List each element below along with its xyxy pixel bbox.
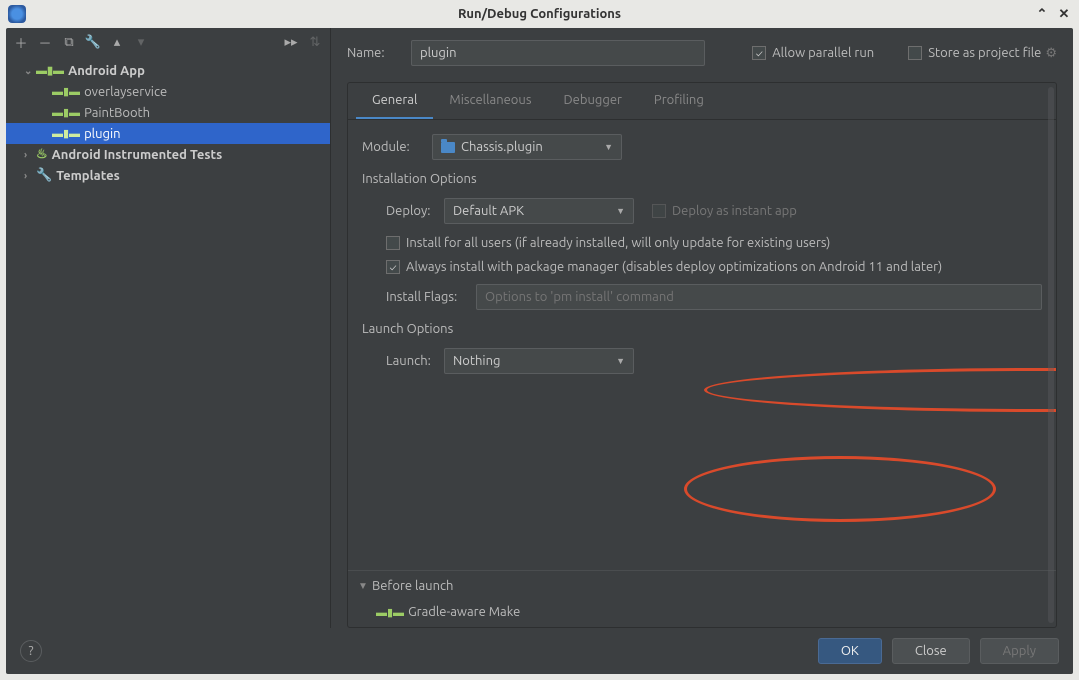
tree-label: Templates	[56, 169, 120, 183]
tree-node-paintbooth[interactable]: ▬▮▬ PaintBooth	[6, 102, 330, 123]
android-icon: ▬▮▬	[36, 64, 64, 77]
annotation-ellipse	[704, 368, 1056, 412]
help-button[interactable]: ?	[20, 640, 42, 662]
deploy-label: Deploy:	[386, 204, 444, 218]
tree-node-plugin[interactable]: ▬▮▬ plugin	[6, 123, 330, 144]
allow-parallel-checkbox[interactable]	[752, 46, 766, 60]
minimize-icon[interactable]: ⌃	[1035, 7, 1049, 21]
module-label: Module:	[362, 140, 432, 154]
tree-label: PaintBooth	[84, 106, 150, 120]
dialog-body: ＋ － ⧉ 🔧 ▴ ▾ ▸▸ ⇅ ⌄ ▬▮▬ Android App ▬▮▬ o…	[6, 28, 1073, 674]
store-as-project-label: Store as project file	[928, 46, 1041, 60]
apply-button[interactable]: Apply	[980, 638, 1059, 664]
before-launch-item-label: Gradle-aware Make	[408, 605, 520, 619]
tree-node-overlayservice[interactable]: ▬▮▬ overlayservice	[6, 81, 330, 102]
up-icon[interactable]: ▴	[110, 35, 124, 49]
tree-node-instrumented-tests[interactable]: › ♨ Android Instrumented Tests	[6, 144, 330, 165]
name-input[interactable]	[411, 40, 705, 66]
tab-profiling[interactable]: Profiling	[638, 83, 720, 119]
window-title: Run/Debug Configurations	[458, 7, 621, 21]
annotation-ellipse	[684, 456, 996, 522]
launch-value: Nothing	[453, 354, 500, 368]
tab-general[interactable]: General	[356, 83, 433, 119]
configurations-tree-panel: ＋ － ⧉ 🔧 ▴ ▾ ▸▸ ⇅ ⌄ ▬▮▬ Android App ▬▮▬ o…	[6, 28, 331, 628]
tabs: General Miscellaneous Debugger Profiling	[348, 83, 1056, 120]
chevron-down-icon: ▼	[358, 580, 372, 592]
general-tab-content: Module: Chassis.plugin ▼ Installation Op…	[348, 120, 1056, 570]
chevron-right-icon: ›	[24, 170, 36, 181]
close-icon[interactable]: ✕	[1057, 7, 1071, 21]
launch-options-title: Launch Options	[362, 322, 1042, 336]
dialog-button-bar: ? OK Close Apply	[6, 628, 1073, 674]
tree-label: Android App	[68, 64, 145, 78]
module-combo[interactable]: Chassis.plugin ▼	[432, 134, 622, 160]
module-icon	[441, 142, 455, 153]
configuration-form: Name: Allow parallel run Store as projec…	[331, 28, 1073, 628]
before-launch-section: ▼ Before launch ▬▮▬ Gradle-aware Make	[348, 570, 1056, 627]
deploy-instant-checkbox[interactable]	[652, 204, 666, 218]
collapse-icon[interactable]: ⇅	[308, 35, 322, 49]
always-package-manager-label: Always install with package manager (dis…	[406, 260, 942, 274]
tab-misc[interactable]: Miscellaneous	[433, 83, 547, 119]
before-launch-header[interactable]: ▼ Before launch	[348, 571, 1056, 601]
before-launch-title: Before launch	[372, 579, 453, 593]
remove-icon[interactable]: －	[38, 35, 52, 49]
edit-icon[interactable]: 🔧	[86, 35, 100, 49]
app-icon	[8, 5, 26, 23]
tree-node-templates[interactable]: › 🔧 Templates	[6, 165, 330, 186]
android-icon: ▬▮▬	[376, 606, 404, 619]
launch-label: Launch:	[386, 354, 444, 368]
tree-label: overlayservice	[84, 85, 167, 99]
launch-combo[interactable]: Nothing ▼	[444, 348, 634, 374]
install-flags-input[interactable]	[476, 284, 1042, 310]
tree-label: plugin	[84, 127, 121, 141]
install-all-users-label: Install for all users (if already instal…	[406, 236, 830, 250]
down-icon[interactable]: ▾	[134, 35, 148, 49]
store-as-project-checkbox[interactable]	[908, 46, 922, 60]
allow-parallel-label: Allow parallel run	[772, 46, 874, 60]
ok-button[interactable]: OK	[818, 638, 882, 664]
gear-icon[interactable]: ⚙	[1045, 46, 1057, 61]
configurations-tree[interactable]: ⌄ ▬▮▬ Android App ▬▮▬ overlayservice ▬▮▬…	[6, 56, 330, 628]
tree-label: Android Instrumented Tests	[52, 148, 223, 162]
module-value: Chassis.plugin	[461, 140, 543, 154]
copy-icon[interactable]: ⧉	[62, 35, 76, 49]
expand-icon[interactable]: ▸▸	[284, 35, 298, 49]
config-area: General Miscellaneous Debugger Profiling…	[347, 82, 1057, 628]
add-icon[interactable]: ＋	[14, 35, 28, 49]
tree-node-android-app[interactable]: ⌄ ▬▮▬ Android App	[6, 60, 330, 81]
before-launch-item[interactable]: ▬▮▬ Gradle-aware Make	[348, 601, 1056, 627]
deploy-combo[interactable]: Default APK ▼	[444, 198, 634, 224]
chevron-down-icon: ▼	[616, 206, 625, 216]
deploy-instant-label: Deploy as instant app	[672, 204, 797, 218]
install-flags-label: Install Flags:	[386, 290, 476, 304]
wrench-icon: 🔧	[36, 168, 52, 183]
android-icon: ▬▮▬	[52, 85, 80, 98]
chevron-down-icon: ⌄	[24, 65, 36, 77]
tree-toolbar: ＋ － ⧉ 🔧 ▴ ▾ ▸▸ ⇅	[6, 28, 330, 56]
close-button[interactable]: Close	[892, 638, 970, 664]
chevron-down-icon: ▼	[616, 356, 625, 366]
flask-icon: ♨	[36, 147, 48, 162]
chevron-right-icon: ›	[24, 149, 36, 160]
name-label: Name:	[347, 46, 395, 60]
tab-debugger[interactable]: Debugger	[547, 83, 637, 119]
deploy-value: Default APK	[453, 204, 524, 218]
android-icon: ▬▮▬	[52, 127, 80, 140]
chevron-down-icon: ▼	[604, 142, 613, 152]
install-all-users-checkbox[interactable]	[386, 236, 400, 250]
android-icon: ▬▮▬	[52, 106, 80, 119]
always-package-manager-checkbox[interactable]	[386, 260, 400, 274]
titlebar: Run/Debug Configurations ⌃ ✕	[0, 0, 1079, 28]
scrollbar[interactable]	[1048, 87, 1054, 623]
installation-options-title: Installation Options	[362, 172, 1042, 186]
